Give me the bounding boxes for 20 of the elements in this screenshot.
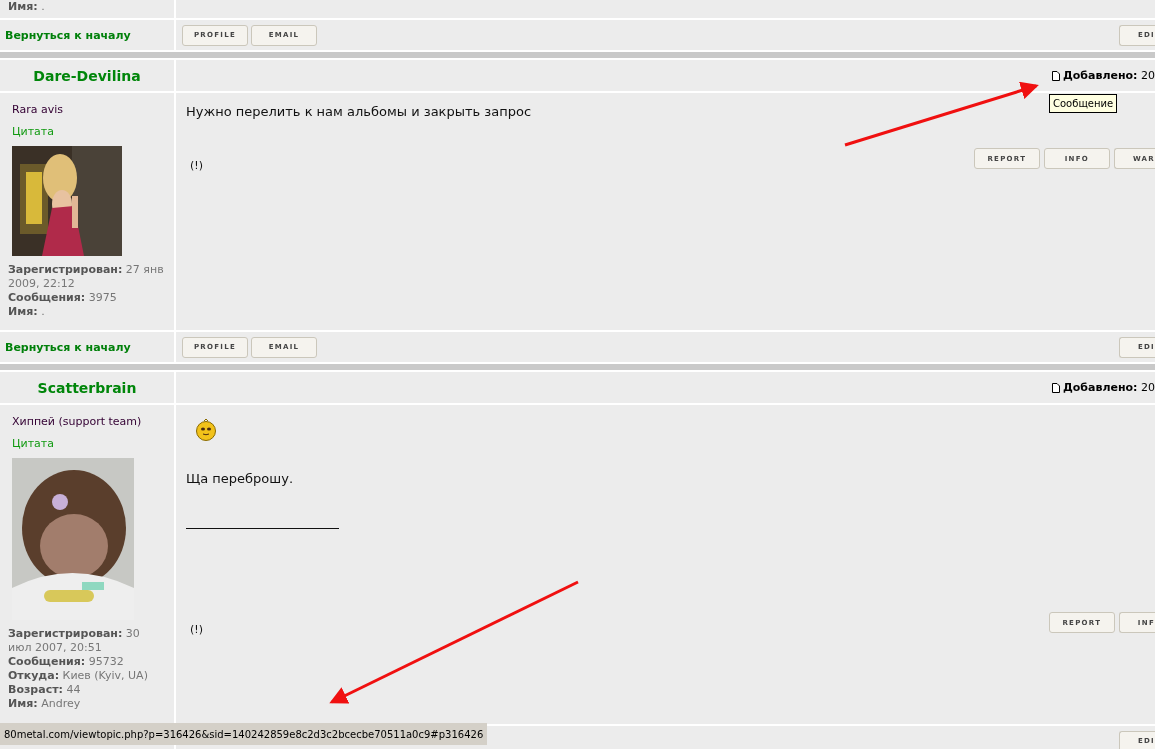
profile-field: Откуда: Киев (Kyiv, UA) (8, 669, 166, 683)
report-link[interactable]: (!) (190, 623, 203, 636)
profile-field: Зарегистрирован: 27 янв 2009, 22:12 (8, 263, 166, 291)
profile-field: Сообщения: 3975 (8, 291, 166, 305)
profile-field: Сообщения: 95732 (8, 655, 166, 669)
smiley-icon (195, 418, 217, 441)
report-link[interactable]: (!) (190, 159, 203, 172)
profile-field: Имя: Andrey (8, 697, 166, 711)
profile-field: Имя: . (8, 305, 166, 319)
document-icon (1052, 70, 1060, 81)
post-text: Ща переброшу. (186, 471, 294, 486)
status-bar: 80metal.com/viewtopic.php?p=316426&sid=140242859e8c2d3c2bcecbe70511a0c9#p316426 (0, 723, 488, 745)
tooltip: Сообщение (1049, 94, 1118, 113)
document-icon (1052, 382, 1060, 393)
profile-field: Возраст: 44 (8, 683, 166, 697)
posted-date: Добавлено: 20 (1063, 69, 1155, 82)
profile-field: Зарегистрирован: 30 июл 2007, 20:51 (8, 627, 166, 655)
user-rank: Rara avis (12, 103, 64, 116)
user-rank: Хиппей (support team) (12, 415, 143, 428)
posted-date: Добавлено: 20 (1063, 381, 1155, 394)
